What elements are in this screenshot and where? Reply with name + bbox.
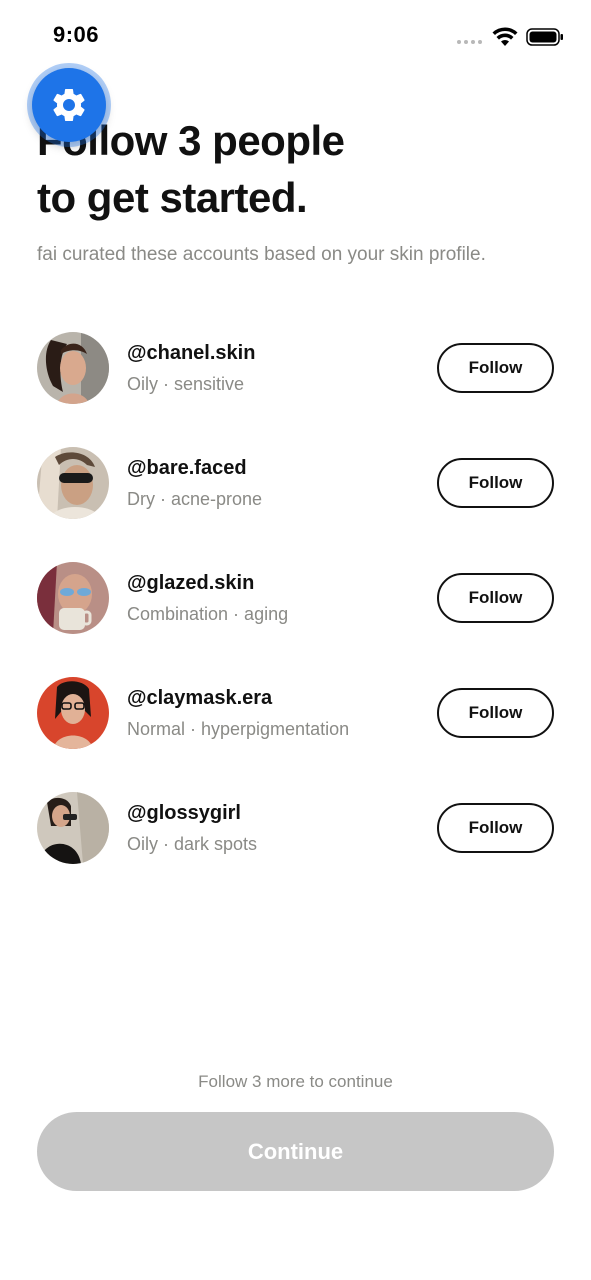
- account-row: @bare.faced Dry · acne-prone Follow: [0, 445, 591, 525]
- account-handle[interactable]: @claymask.era: [127, 687, 272, 710]
- wifi-icon: [492, 27, 518, 46]
- account-skin-type: Dry · acne-prone: [127, 489, 263, 509]
- account-row: @glossygirl Oily · dark spots Follow: [0, 790, 591, 870]
- follow-button[interactable]: Follow: [437, 458, 554, 508]
- status-bar: 9:06: [0, 0, 591, 76]
- status-time: 9:06: [53, 22, 100, 47]
- avatar: [37, 447, 109, 519]
- continue-button[interactable]: Continue: [37, 1112, 554, 1191]
- follow-button[interactable]: Follow: [437, 343, 554, 393]
- page-subtitle: fai curated these accounts based on your…: [37, 244, 486, 265]
- gear-icon: [53, 88, 85, 121]
- account-skin-type: Combination · aging: [127, 604, 289, 624]
- account-handle[interactable]: @chanel.skin: [127, 342, 255, 365]
- avatar: [37, 677, 109, 749]
- account-skin-type: Oily · dark spots: [127, 834, 258, 854]
- avatar: [37, 332, 109, 404]
- account-skin-type: Normal · hyperpigmentation: [127, 719, 350, 739]
- avatar: [37, 792, 109, 864]
- signal-dots-icon: [457, 40, 482, 44]
- page-title-line-2: to get started.: [37, 174, 308, 221]
- account-row: @glazed.skin Combination · aging Follow: [0, 560, 591, 640]
- settings-button[interactable]: [32, 68, 106, 142]
- account-row: @claymask.era Normal · hyperpigmentation…: [0, 675, 591, 755]
- account-handle[interactable]: @glossygirl: [127, 802, 241, 825]
- account-handle[interactable]: @bare.faced: [127, 457, 247, 480]
- avatar: [37, 562, 109, 634]
- battery-icon: [526, 28, 563, 46]
- account-handle[interactable]: @glazed.skin: [127, 572, 254, 595]
- follow-button[interactable]: Follow: [437, 803, 554, 853]
- account-row: @chanel.skin Oily · sensitive Follow: [0, 330, 591, 410]
- follow-button[interactable]: Follow: [437, 573, 554, 623]
- follow-button[interactable]: Follow: [437, 688, 554, 738]
- follow-progress-hint: Follow 3 more to continue: [198, 1072, 393, 1091]
- account-skin-type: Oily · sensitive: [127, 374, 245, 394]
